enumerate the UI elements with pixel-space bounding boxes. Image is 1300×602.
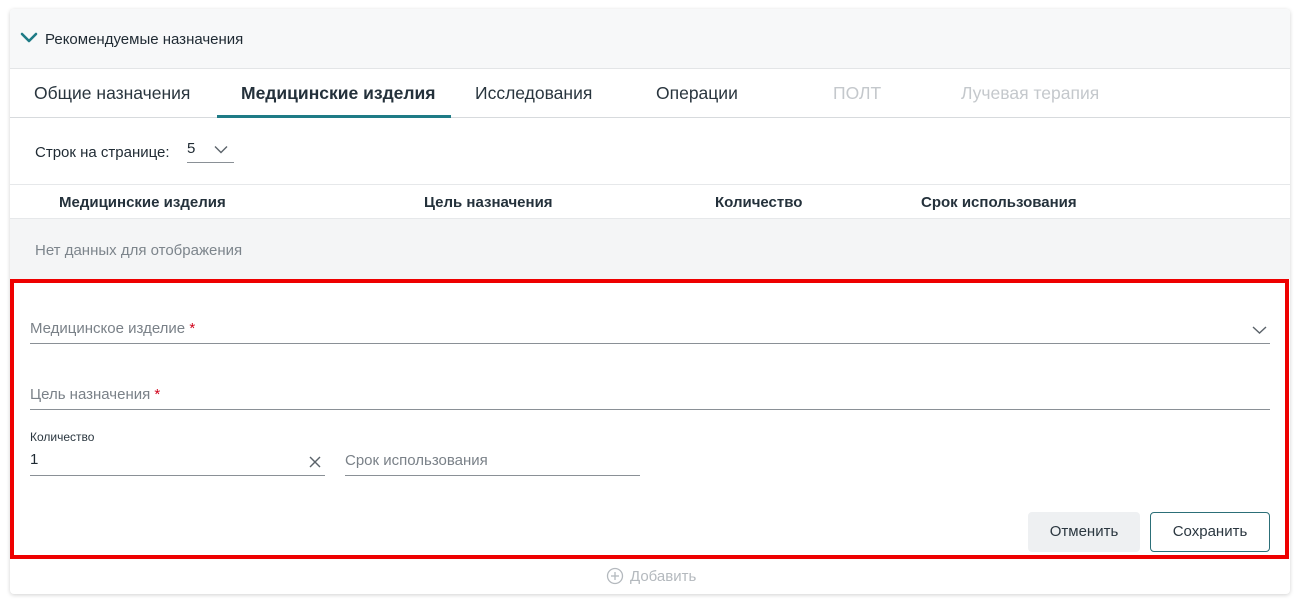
quantity-label: Количество [30, 430, 95, 444]
cancel-button[interactable]: Отменить [1028, 512, 1140, 552]
column-header-quantity[interactable]: Количество [715, 194, 802, 211]
usage-period-underline [345, 475, 640, 476]
active-tab-indicator [217, 115, 451, 118]
rows-per-page-value: 5 [187, 140, 196, 157]
purpose-placeholder: Цель назначения * [30, 386, 161, 403]
column-header-devices[interactable]: Медицинские изделия [59, 194, 226, 211]
tab-general[interactable]: Общие назначения [34, 69, 190, 117]
tab-operations[interactable]: Операции [656, 69, 738, 117]
rows-per-page-label: Строк на странице: [35, 144, 170, 161]
medical-device-placeholder: Медицинское изделие * [30, 320, 196, 337]
tab-radiation-therapy: Лучевая терапия [961, 83, 1100, 103]
chevron-down-icon[interactable] [20, 31, 38, 45]
required-mark: * [154, 386, 161, 403]
column-header-usage-period[interactable]: Срок использования [921, 194, 1077, 211]
tab-polt: ПОЛТ [833, 83, 882, 103]
purpose-underline [30, 409, 1270, 410]
save-button[interactable]: Сохранить [1150, 512, 1270, 552]
section-header[interactable]: Рекомендуемые назначения [10, 9, 1290, 69]
quantity-value: 1 [30, 451, 39, 468]
recommended-prescriptions-card: Рекомендуемые назначения Общие назначени… [10, 9, 1290, 594]
plus-circle-icon [606, 567, 624, 585]
usage-period-placeholder: Срок использования [345, 452, 488, 469]
empty-table-message: Нет данных для отображения [35, 242, 243, 259]
chevron-down-icon[interactable] [1252, 325, 1267, 335]
add-button-label: Добавить [630, 568, 697, 585]
medical-device-underline [30, 343, 1270, 344]
rows-per-page-select[interactable]: 5 [187, 137, 234, 163]
tab-medical-devices[interactable]: Медицинские изделия [241, 69, 436, 117]
table-header: Медицинские изделия Цель назначения Коли… [10, 184, 1290, 219]
close-icon[interactable] [309, 456, 321, 468]
empty-table-row: Нет данных для отображения [10, 219, 1290, 279]
tab-research[interactable]: Исследования [475, 69, 592, 117]
quantity-underline [30, 475, 325, 476]
chevron-down-icon [214, 146, 228, 154]
required-mark: * [189, 320, 196, 337]
tabs-bar: Общие назначения Медицинские изделия Исс… [10, 69, 1290, 118]
column-header-purpose[interactable]: Цель назначения [424, 194, 553, 211]
add-device-form: Медицинское изделие * Цель назначения * … [10, 279, 1289, 559]
section-title: Рекомендуемые назначения [45, 31, 244, 48]
